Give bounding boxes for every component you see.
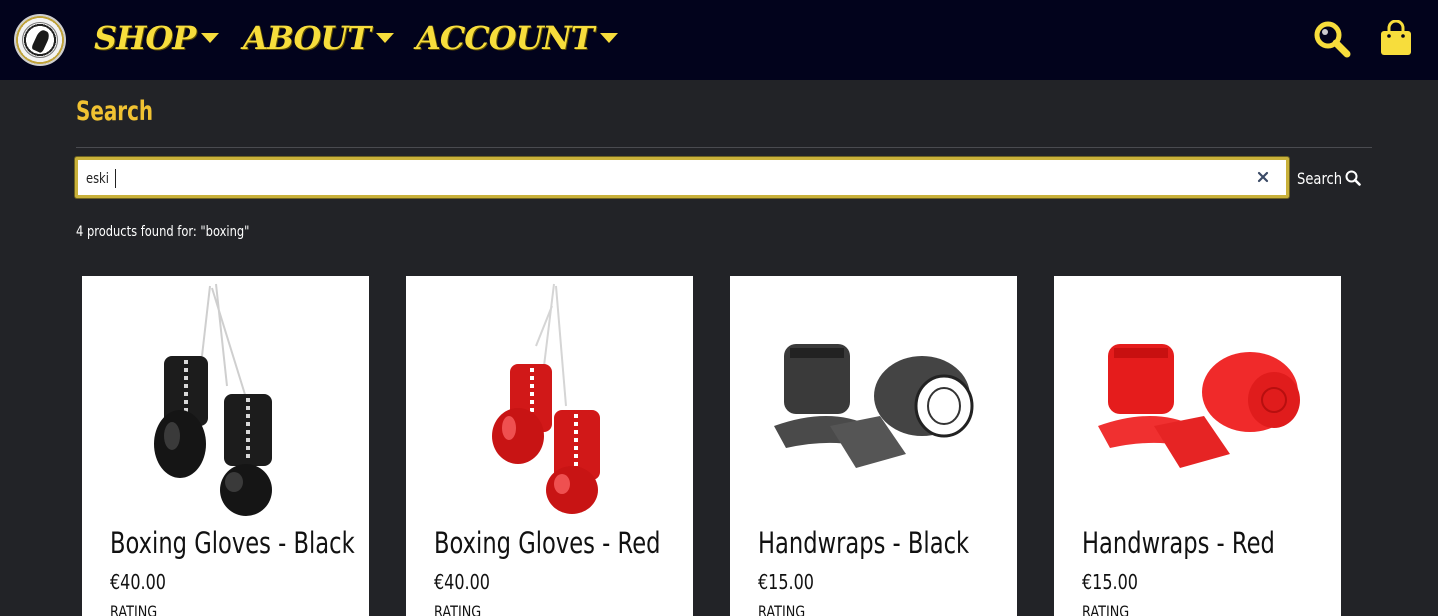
nav-shop-label: SHOP [94, 19, 196, 57]
search-field[interactable] [75, 157, 1289, 198]
navbar: SHOP ABOUT ACCOUNT [0, 0, 1438, 80]
product-title[interactable]: Handwraps - Black [758, 526, 969, 560]
page-title: Search [76, 96, 154, 127]
result-count: 4 products found for: "boxing" [76, 224, 250, 240]
product-image[interactable] [82, 276, 369, 516]
nav-about[interactable]: ABOUT [243, 18, 395, 58]
product-rating-label: RATING [1082, 602, 1130, 616]
product-rating-label: RATING [434, 602, 482, 616]
product-card[interactable]: Handwraps - Red €15.00 RATING [1054, 276, 1341, 616]
chevron-down-icon [376, 33, 395, 43]
product-card[interactable]: Handwraps - Black €15.00 RATING [730, 276, 1017, 616]
site-logo[interactable] [14, 14, 66, 66]
product-title[interactable]: Boxing Gloves - Red [434, 526, 660, 560]
nav-about-label: ABOUT [243, 19, 371, 57]
text-cursor [115, 169, 116, 188]
product-price: €40.00 [110, 570, 166, 594]
search-button[interactable]: Search [1297, 166, 1361, 190]
product-title[interactable]: Handwraps - Red [1082, 526, 1275, 560]
nav-account[interactable]: ACCOUNT [416, 18, 618, 58]
shopping-bag-icon[interactable] [1380, 19, 1412, 56]
search-icon[interactable] [1313, 20, 1351, 58]
nav-account-label: ACCOUNT [416, 19, 595, 57]
product-card[interactable]: Boxing Gloves - Red €40.00 RATING [406, 276, 693, 616]
search-icon [1345, 170, 1361, 186]
product-card[interactable]: Boxing Gloves - Black €40.00 RATING [82, 276, 369, 616]
product-image[interactable] [406, 276, 693, 516]
chevron-down-icon [201, 33, 220, 43]
search-button-label: Search [1297, 168, 1343, 188]
nav-shop[interactable]: SHOP [94, 18, 220, 58]
product-title[interactable]: Boxing Gloves - Black [110, 526, 355, 560]
product-price: €15.00 [758, 570, 814, 594]
product-price: €15.00 [1082, 570, 1138, 594]
product-price: €40.00 [434, 570, 490, 594]
product-rating-label: RATING [758, 602, 806, 616]
product-image[interactable] [730, 276, 1017, 516]
divider [76, 147, 1372, 148]
product-rating-label: RATING [110, 602, 158, 616]
chevron-down-icon [599, 33, 618, 43]
close-icon[interactable] [1256, 170, 1270, 184]
product-image[interactable] [1054, 276, 1341, 516]
search-input[interactable] [86, 166, 1038, 192]
